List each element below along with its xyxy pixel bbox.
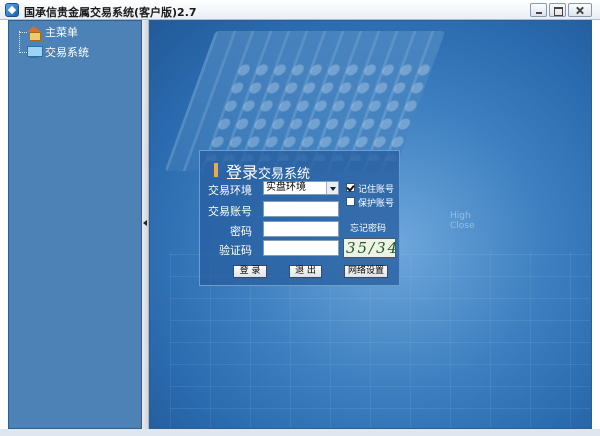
- title-accent-bar: [214, 163, 218, 177]
- login-title-sub: 交易系统: [258, 167, 311, 182]
- account-label: 交易账号: [208, 205, 252, 218]
- background-beads-image: [201, 61, 439, 161]
- minimize-button[interactable]: [530, 3, 547, 17]
- collapse-arrow-icon[interactable]: [143, 220, 147, 226]
- sidebar-item-main-menu[interactable]: 主菜单: [27, 24, 78, 41]
- sidebar-item-label: 交易系统: [45, 46, 89, 59]
- protect-account-checkbox[interactable]: [346, 197, 355, 206]
- computer-icon: [27, 45, 43, 59]
- captcha-input[interactable]: [263, 240, 339, 256]
- login-button[interactable]: 登 录: [233, 265, 267, 278]
- background-chart-label: High Close: [450, 211, 475, 231]
- maximize-button[interactable]: [549, 3, 566, 17]
- home-icon: [27, 25, 41, 41]
- chevron-down-icon[interactable]: [326, 182, 338, 194]
- env-label: 交易环境: [208, 184, 252, 197]
- captcha-image[interactable]: 35/34: [343, 238, 396, 258]
- password-input[interactable]: [263, 221, 339, 237]
- env-select[interactable]: 实盘环境: [263, 181, 339, 195]
- sidebar-tree: 主菜单 交易系统: [8, 20, 142, 429]
- password-label: 密码: [230, 225, 252, 238]
- forgot-password-link[interactable]: 忘记密码: [350, 221, 386, 234]
- panel-splitter[interactable]: [142, 20, 149, 429]
- app-icon: [5, 3, 19, 17]
- login-panel: 登录交易系统 交易环境 实盘环境 交易账号 密码 验证码 记住账号 保护账号 忘…: [199, 150, 400, 286]
- close-button[interactable]: [568, 3, 592, 17]
- network-settings-button[interactable]: 网络设置: [344, 265, 388, 278]
- tree-line: [19, 32, 27, 33]
- exit-button[interactable]: 退 出: [289, 265, 322, 278]
- env-select-value: 实盘环境: [266, 182, 306, 193]
- sidebar-item-label: 主菜单: [45, 26, 78, 39]
- remember-account-label[interactable]: 记住账号: [358, 182, 394, 195]
- captcha-label: 验证码: [219, 244, 252, 257]
- sidebar-item-trading-system[interactable]: 交易系统: [27, 44, 89, 60]
- login-title-main: 登录: [226, 163, 259, 182]
- login-title: 登录交易系统: [226, 159, 310, 183]
- window-bottom-border: [0, 429, 600, 436]
- account-input[interactable]: [263, 201, 339, 217]
- tree-line: [19, 52, 27, 53]
- remember-account-checkbox[interactable]: [346, 183, 355, 192]
- title-bar: 国承信贵金属交易系统(客户版)2.7: [0, 0, 600, 20]
- window-title: 国承信贵金属交易系统(客户版)2.7: [24, 6, 197, 19]
- tree-line: [19, 31, 20, 53]
- protect-account-label[interactable]: 保护账号: [358, 196, 394, 209]
